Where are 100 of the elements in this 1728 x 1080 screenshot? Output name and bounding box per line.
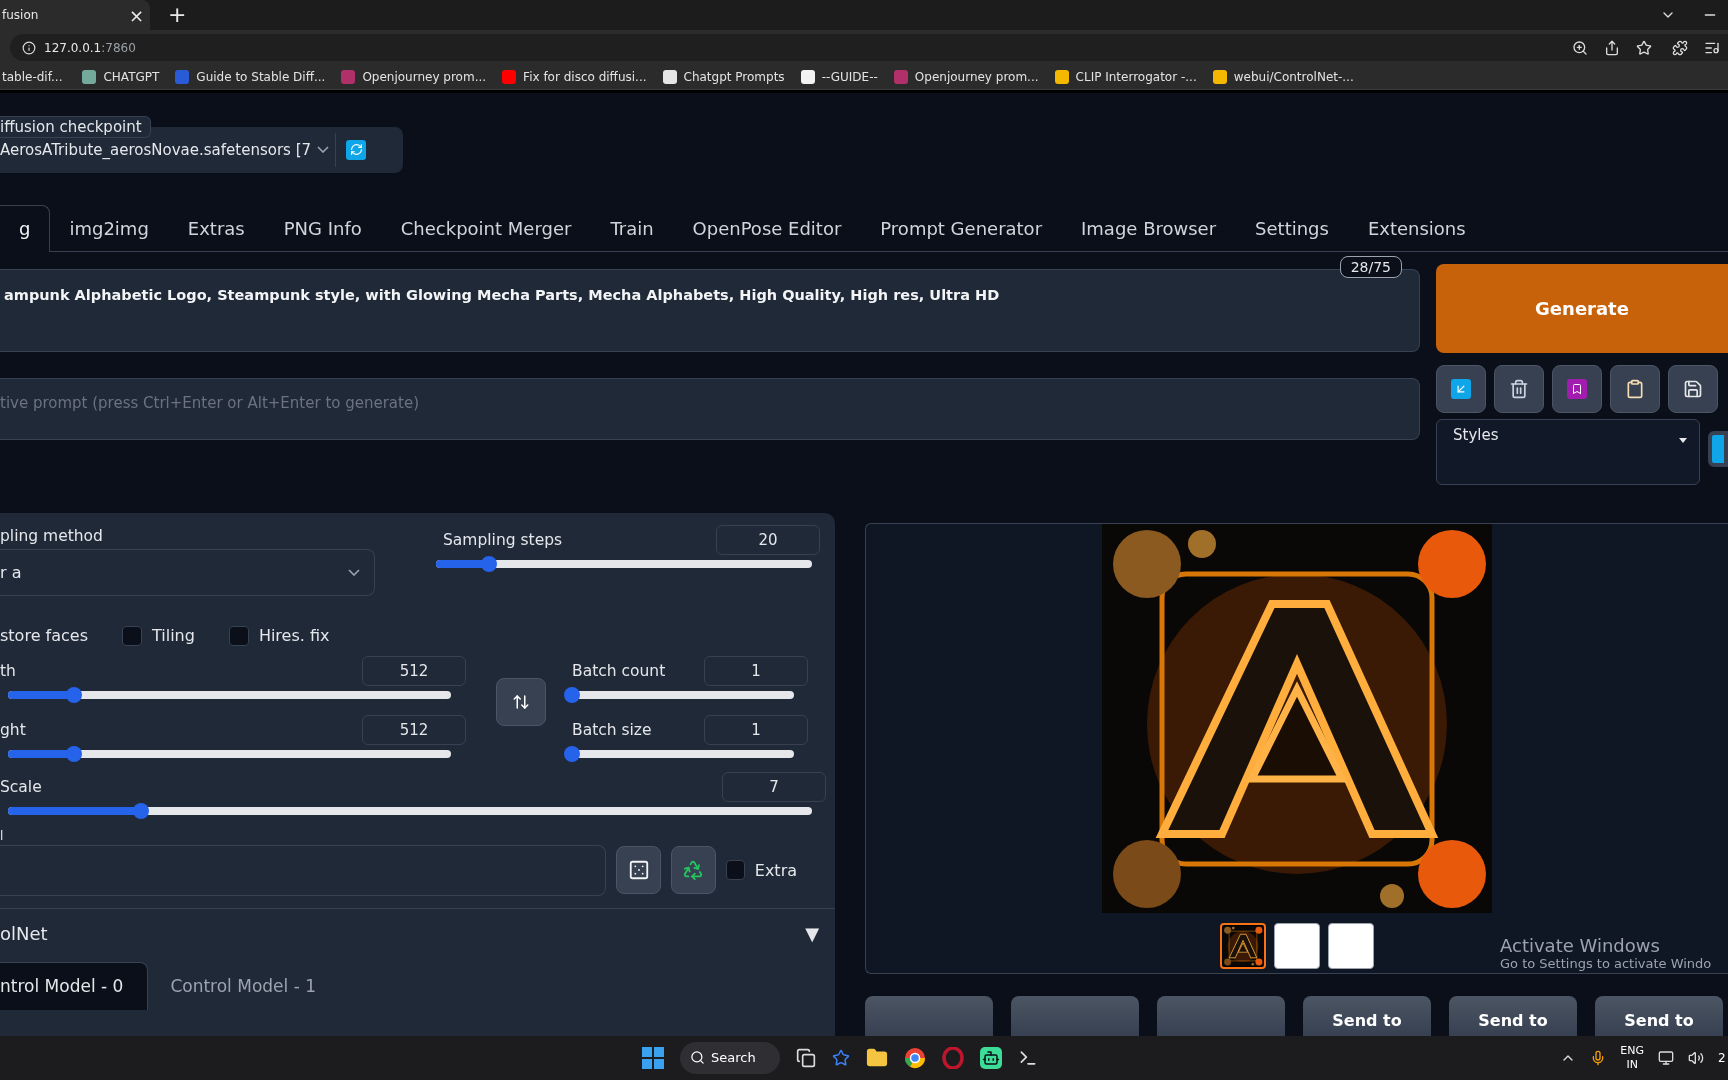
speaker-icon[interactable] xyxy=(1688,1049,1704,1066)
bookmark[interactable]: Guide to Stable Diff... xyxy=(175,69,326,84)
checkbox-label: Hires. fix xyxy=(258,626,330,646)
activation-hint: Go to Settings to activate Windo xyxy=(1500,955,1713,971)
tab[interactable]: ntrol Model - 0 xyxy=(0,961,149,1010)
taskbar-search[interactable]: Search xyxy=(680,1041,780,1074)
seed-field[interactable] xyxy=(0,844,607,896)
robot-icon[interactable] xyxy=(980,1046,1002,1069)
tool-button[interactable] xyxy=(1708,430,1728,467)
tab[interactable]: Train xyxy=(591,204,674,252)
sampling-method-dropdown[interactable]: r a xyxy=(0,548,375,596)
tab[interactable]: img2img xyxy=(50,204,169,252)
action-button[interactable]: Send to xyxy=(1595,995,1723,1036)
action-button[interactable]: Send to xyxy=(1449,995,1577,1036)
number-field[interactable]: 1 xyxy=(704,655,808,686)
slider-thumb[interactable] xyxy=(564,686,580,703)
number-field[interactable]: 20 xyxy=(716,524,820,555)
puzzle-icon[interactable] xyxy=(1672,39,1688,56)
tab[interactable]: Extras xyxy=(168,204,265,252)
tab[interactable]: OpenPose Editor xyxy=(673,204,862,252)
star-icon[interactable] xyxy=(1636,39,1652,56)
action-button[interactable] xyxy=(1011,995,1139,1036)
swap-button[interactable] xyxy=(496,677,546,726)
checkbox[interactable] xyxy=(121,625,142,646)
clipboard-icon xyxy=(1625,378,1645,399)
section-title: olNet xyxy=(0,922,48,944)
clock: 2 xyxy=(1718,1050,1727,1065)
bookmark[interactable]: Fix for disco diffusi... xyxy=(502,69,647,84)
checkbox-label: Extra xyxy=(754,860,797,880)
collapse-toggle[interactable]: ▼ xyxy=(805,922,819,944)
share-icon[interactable] xyxy=(1604,39,1620,56)
monitor-icon[interactable] xyxy=(1658,1049,1674,1066)
tab[interactable]: Extensions xyxy=(1348,204,1486,252)
tab[interactable]: Image Browser xyxy=(1062,204,1237,252)
bookmark[interactable]: Openjourney prom... xyxy=(893,69,1039,84)
field-label: iffusion checkpoint xyxy=(0,115,151,138)
token-counter: 28/75 xyxy=(1339,255,1402,278)
tool-button[interactable] xyxy=(1610,364,1660,413)
checkbox-label: Tiling xyxy=(151,626,195,646)
chrome-icon[interactable] xyxy=(904,1046,926,1069)
tool-button[interactable] xyxy=(1668,364,1718,413)
info-icon xyxy=(22,40,36,55)
tab[interactable]: Settings xyxy=(1236,204,1349,252)
bookmark[interactable]: Chatgpt Prompts xyxy=(662,69,785,84)
recycle-button[interactable] xyxy=(670,846,716,895)
folder-icon[interactable] xyxy=(866,1046,888,1069)
number-field[interactable]: 7 xyxy=(722,771,826,802)
slider-thumb[interactable] xyxy=(564,745,580,762)
styles-dropdown[interactable]: Styles xyxy=(1436,418,1700,485)
thumbnail[interactable] xyxy=(1328,922,1374,969)
windows-icon[interactable] xyxy=(642,1046,664,1069)
ring-icon[interactable] xyxy=(942,1046,964,1069)
new-tab-button[interactable]: + xyxy=(168,2,187,31)
tool-button[interactable] xyxy=(1494,364,1544,413)
bookmark[interactable]: Openjourney prom... xyxy=(341,69,487,84)
zoom-icon[interactable] xyxy=(1572,39,1588,56)
refresh-icon[interactable] xyxy=(346,139,366,160)
chevron-down-icon xyxy=(348,568,360,576)
close-tab-button[interactable]: × xyxy=(128,4,144,26)
save-icon xyxy=(1683,378,1703,399)
task-view-icon[interactable] xyxy=(796,1047,816,1068)
action-button[interactable] xyxy=(1157,995,1285,1036)
checkbox[interactable] xyxy=(725,860,745,881)
number-field[interactable]: 512 xyxy=(362,714,466,745)
caret-icon xyxy=(1679,437,1687,443)
bookmark[interactable]: table-dif... xyxy=(2,69,63,84)
language-indicator[interactable]: ENG IN xyxy=(1620,1043,1644,1072)
bookmark-icon xyxy=(1567,378,1587,399)
bookmark[interactable]: CLIP Interrogator -... xyxy=(1054,69,1197,84)
tab[interactable]: Prompt Generator xyxy=(861,204,1063,252)
tool-button[interactable] xyxy=(1436,364,1486,413)
action-button[interactable]: Send to xyxy=(1303,995,1431,1036)
bookmark[interactable]: CHATGPT xyxy=(82,69,160,84)
chevron-down-icon xyxy=(317,146,329,154)
number-field[interactable]: 1 xyxy=(704,714,808,745)
tab[interactable]: g xyxy=(0,204,51,252)
bookmark[interactable]: webui/ControlNet-... xyxy=(1212,69,1354,84)
slider-thumb[interactable] xyxy=(66,686,83,703)
slider-thumb[interactable] xyxy=(133,802,150,819)
bookmark[interactable]: --GUIDE-- xyxy=(800,69,878,84)
address-bar[interactable]: 127.0.0.1:7860 xyxy=(10,34,1728,62)
number-field[interactable]: 512 xyxy=(362,655,466,686)
recycle-icon xyxy=(682,859,705,882)
trash-icon xyxy=(1509,378,1529,399)
dice-button[interactable] xyxy=(616,846,661,895)
tab[interactable]: Control Model - 1 xyxy=(170,961,341,1010)
search-icon xyxy=(690,1050,705,1066)
browser-tab[interactable]: fusion × xyxy=(0,0,150,31)
swap-icon xyxy=(512,692,530,711)
tab[interactable]: Checkpoint Merger xyxy=(381,204,592,252)
generate-button[interactable]: Generate xyxy=(1436,263,1728,353)
slider-thumb[interactable] xyxy=(480,555,497,572)
thumbnail[interactable] xyxy=(1274,922,1320,969)
checkbox[interactable] xyxy=(228,625,249,646)
slider-thumb[interactable] xyxy=(66,745,83,762)
tab[interactable]: PNG Info xyxy=(264,204,382,252)
dice-icon xyxy=(627,859,650,882)
checkbox-label: store faces xyxy=(0,626,88,646)
thumbnail[interactable] xyxy=(1220,922,1266,969)
action-button[interactable] xyxy=(865,995,993,1036)
